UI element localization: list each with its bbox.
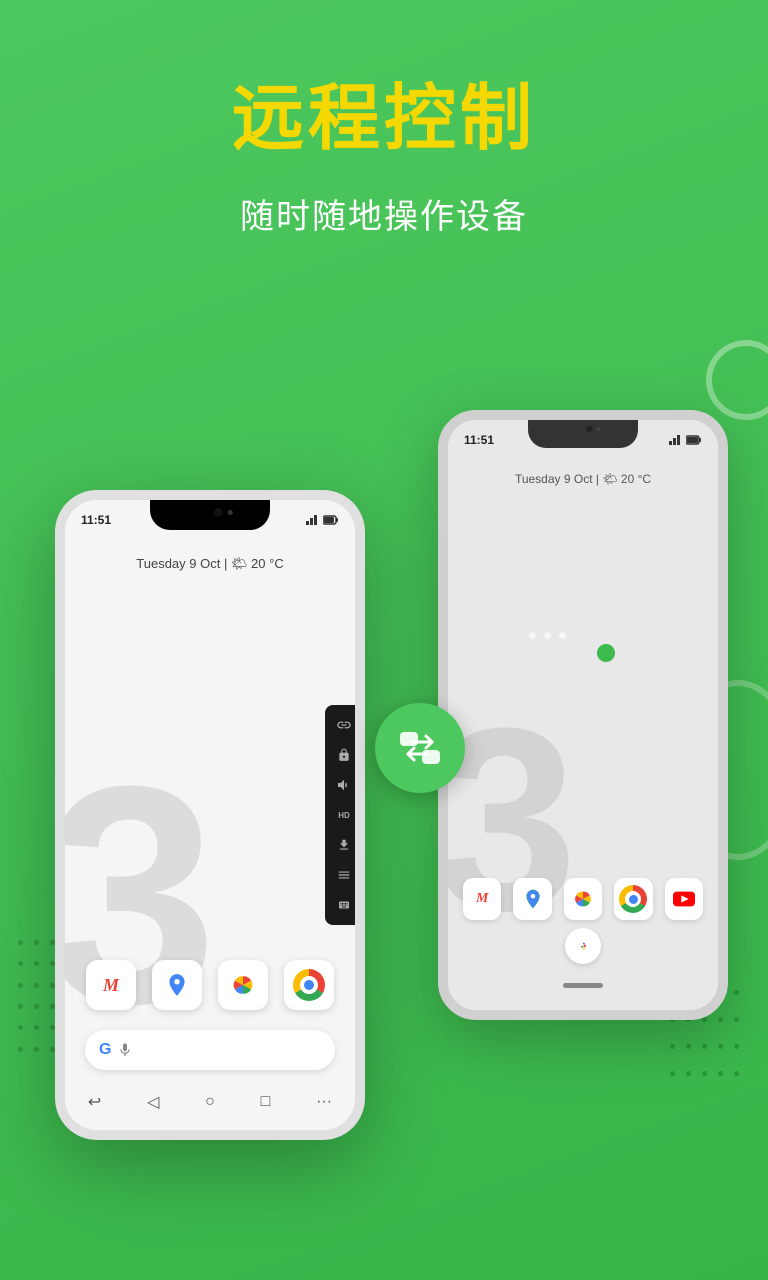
google-mic-icon — [117, 1042, 133, 1058]
nav-more-icon: ··· — [316, 1093, 332, 1111]
phone-back: 11:51 — [438, 410, 728, 1020]
toolbar-download-button[interactable] — [329, 831, 355, 859]
back-phone-app-icons: M — [448, 878, 718, 920]
back-maps-icon — [513, 878, 551, 920]
back-youtube-icon — [665, 878, 703, 920]
back-battery-icon — [686, 435, 702, 445]
front-gmail-icon: M — [86, 960, 136, 1010]
front-maps-icon — [152, 960, 202, 1010]
back-home-button — [563, 983, 603, 988]
nav-triangle-icon: ◁ — [147, 1092, 159, 1112]
back-gmail-icon: M — [463, 878, 501, 920]
phone-back-inner: 11:51 — [448, 420, 718, 1010]
back-phone-green-dot — [597, 644, 615, 662]
back-phone-nav — [448, 970, 718, 1000]
front-phone-notch — [150, 500, 270, 530]
back-photos-icon — [564, 878, 602, 920]
remote-toolbar[interactable]: HD — [325, 705, 355, 925]
toolbar-keyboard-button[interactable] — [329, 891, 355, 919]
page-container: 远程控制 随时随地操作设备 11:51 — [0, 0, 768, 1280]
toolbar-sound-button[interactable] — [329, 771, 355, 799]
front-photos-icon — [218, 960, 268, 1010]
back-phone-time: 11:51 — [464, 433, 494, 447]
front-phone-time: 11:51 — [81, 513, 111, 527]
nav-home-icon: ○ — [205, 1093, 215, 1111]
back-phone-notch — [528, 420, 638, 448]
back-signal-icon — [669, 435, 683, 445]
toolbar-hd-label: HD — [338, 811, 350, 820]
front-battery-icon — [323, 515, 339, 525]
toolbar-lock-button[interactable] — [329, 741, 355, 769]
swap-icon — [396, 724, 444, 772]
front-phone-nav: ↩ ◁ ○ □ ··· — [65, 1082, 355, 1122]
phones-area: 11:51 — [0, 330, 768, 1280]
main-title: 远程控制 — [232, 80, 536, 159]
toolbar-hd-button[interactable]: HD — [329, 801, 355, 829]
front-phone-app-icons: M — [65, 960, 355, 1010]
front-phone-date: Tuesday 9 Oct | 🌤 20 °C — [65, 555, 355, 573]
remote-control-float-button[interactable] — [375, 703, 465, 793]
back-phone-date: Tuesday 9 Oct | 🌤 20 °C — [448, 470, 718, 488]
toolbar-settings-button[interactable] — [329, 861, 355, 889]
back-phone-status-icons — [669, 435, 702, 445]
front-google-searchbar[interactable]: G — [85, 1030, 335, 1070]
front-signal-icon — [306, 515, 320, 525]
nav-square-icon: □ — [261, 1093, 271, 1111]
toolbar-link-button[interactable] — [329, 711, 355, 739]
front-chrome-icon — [284, 960, 334, 1010]
subtitle: 随时随地操作设备 — [240, 189, 528, 238]
back-phone-dots — [529, 632, 566, 639]
front-phone-status-icons — [306, 515, 339, 525]
back-chrome-icon — [614, 878, 652, 920]
phone-front: 11:51 — [55, 490, 365, 1140]
phone-front-inner: 11:51 — [65, 500, 355, 1130]
nav-back-icon: ↩ — [88, 1092, 101, 1112]
